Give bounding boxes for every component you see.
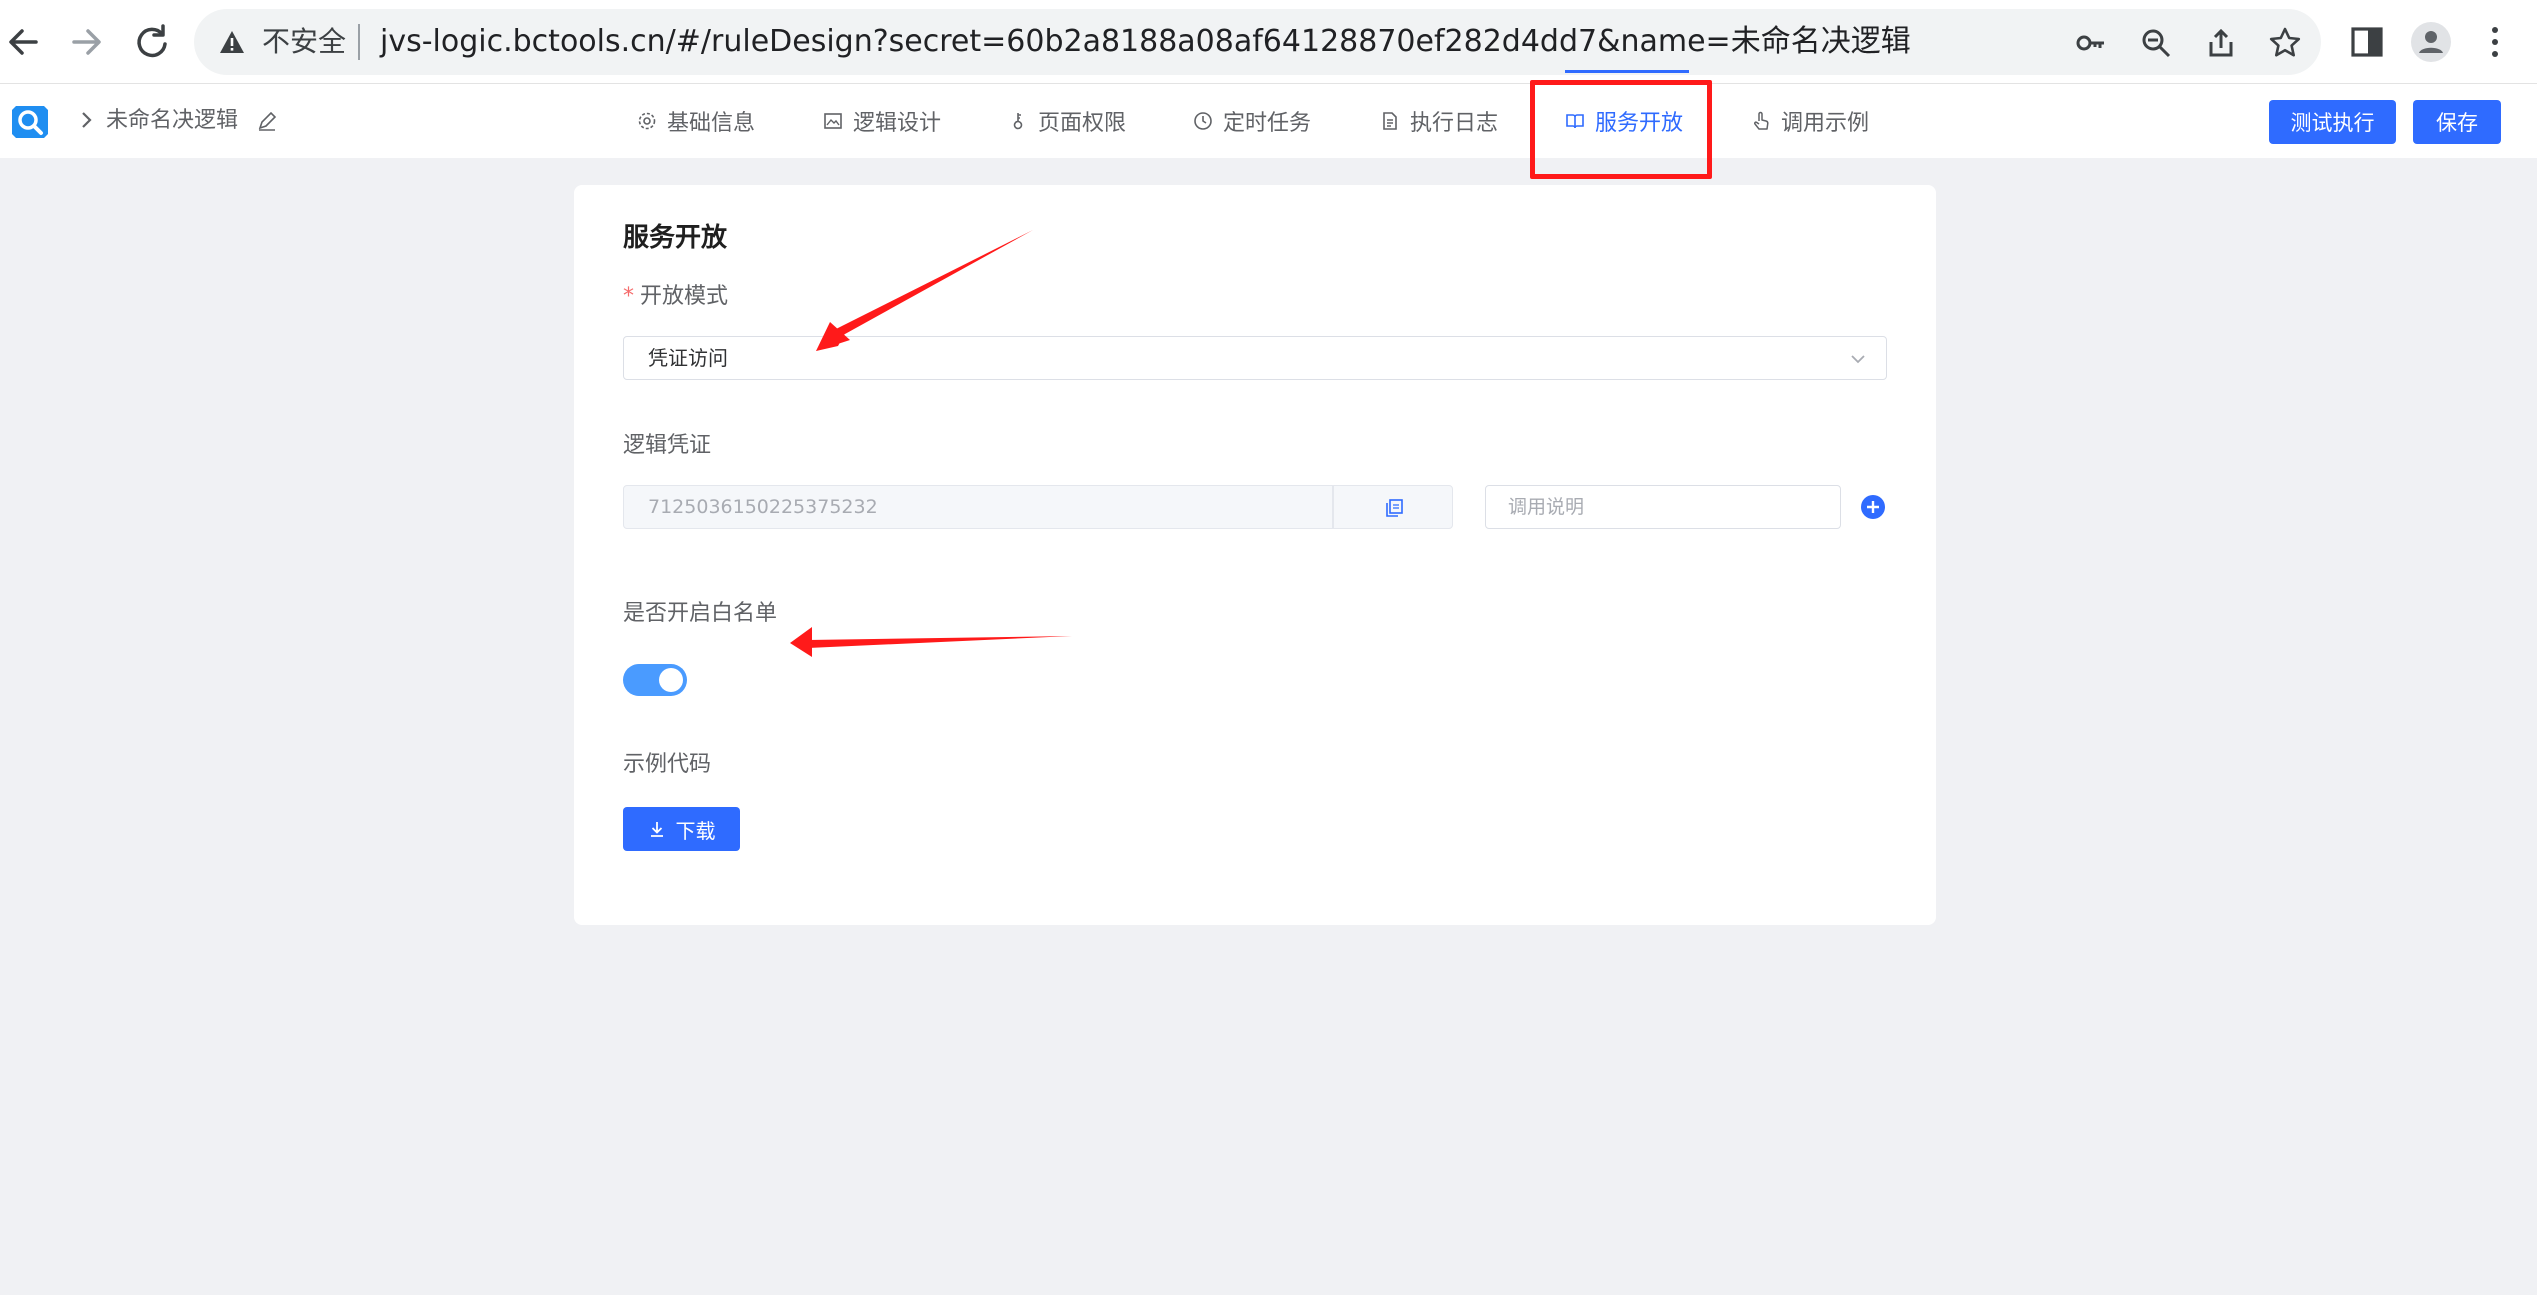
more-menu-icon[interactable] xyxy=(2474,21,2516,63)
tab-logic-design[interactable]: 逻辑设计 xyxy=(823,84,941,158)
url-text[interactable]: jvs-logic.bctools.cn/#/ruleDesign?secret… xyxy=(380,23,1911,61)
address-bar[interactable]: 不安全 jvs-logic.bctools.cn/#/ruleDesign?se… xyxy=(194,9,2321,75)
browser-toolbar: 不安全 jvs-logic.bctools.cn/#/ruleDesign?se… xyxy=(0,0,2537,84)
toggle-knob xyxy=(659,668,683,692)
add-icon[interactable] xyxy=(1860,494,1886,520)
copy-icon xyxy=(1386,499,1403,517)
insecure-label: 不安全 xyxy=(262,25,347,58)
tab-label: 调用示例 xyxy=(1781,111,1870,136)
annotation-highlight-box xyxy=(1530,80,1712,179)
call-description-input[interactable] xyxy=(1485,485,1841,529)
tab-call-example[interactable]: 调用示例 xyxy=(1751,84,1869,158)
gear-icon xyxy=(638,112,656,130)
copy-credential-button[interactable] xyxy=(1333,485,1453,529)
chevron-down-icon xyxy=(1851,355,1865,364)
tab-label: 逻辑设计 xyxy=(853,111,942,136)
back-arrow-icon[interactable] xyxy=(0,18,48,66)
address-separator xyxy=(358,24,360,60)
tab-execution-log[interactable]: 执行日志 xyxy=(1380,84,1498,158)
document-icon xyxy=(1383,112,1397,130)
credential-field: 7125036150225375232 xyxy=(623,485,1333,529)
open-mode-label: * 开放模式 xyxy=(623,282,728,312)
open-mode-select[interactable]: 凭证访问 xyxy=(623,336,1887,380)
zoom-out-icon[interactable] xyxy=(2139,26,2173,60)
tab-label: 页面权限 xyxy=(1038,111,1127,136)
star-icon[interactable] xyxy=(2268,26,2302,60)
tab-label: 执行日志 xyxy=(1410,111,1499,136)
required-mark: * xyxy=(623,284,634,309)
chevron-right-icon xyxy=(82,112,92,128)
credential-value: 7125036150225375232 xyxy=(648,496,878,518)
tab-basic-info[interactable]: 基础信息 xyxy=(637,84,755,158)
clock-icon xyxy=(1194,112,1212,130)
service-open-card: 服务开放 * 开放模式 凭证访问 逻辑凭证 7125036150225375232… xyxy=(574,185,1936,925)
test-run-button[interactable]: 测试执行 xyxy=(2269,100,2396,144)
tab-page-permission[interactable]: 页面权限 xyxy=(1008,84,1126,158)
warning-icon xyxy=(220,31,244,53)
app-logo-icon[interactable] xyxy=(8,100,52,144)
pointer-icon xyxy=(1754,111,1769,130)
active-tab-indicator xyxy=(1565,70,1689,73)
whitelist-toggle[interactable] xyxy=(623,664,687,696)
profile-avatar-icon[interactable] xyxy=(2410,21,2452,63)
tab-label: 基础信息 xyxy=(667,111,756,136)
app-name: 未命名决逻辑 xyxy=(106,108,239,133)
tab-label: 定时任务 xyxy=(1223,111,1312,136)
download-icon xyxy=(650,822,663,837)
forward-arrow-icon[interactable] xyxy=(62,18,110,66)
open-mode-label-text: 开放模式 xyxy=(640,284,729,309)
side-panel-icon[interactable] xyxy=(2346,21,2388,63)
key-icon xyxy=(1013,113,1023,130)
card-title: 服务开放 xyxy=(623,223,728,253)
edit-icon[interactable] xyxy=(256,110,278,132)
share-icon[interactable] xyxy=(2204,26,2238,60)
reload-icon[interactable] xyxy=(128,18,176,66)
app-header: 未命名决逻辑 基础信息 逻辑设计 页面权限 定时任务 执行日志 服务开放 调用示… xyxy=(0,84,2537,158)
download-button[interactable]: 下载 xyxy=(623,807,740,851)
tab-scheduled-task[interactable]: 定时任务 xyxy=(1193,84,1311,158)
credential-label: 逻辑凭证 xyxy=(623,433,712,458)
sample-code-label: 示例代码 xyxy=(623,752,712,777)
open-mode-value: 凭证访问 xyxy=(648,346,728,370)
download-label: 下载 xyxy=(675,818,716,843)
save-button[interactable]: 保存 xyxy=(2413,100,2501,144)
key-icon[interactable] xyxy=(2074,26,2108,60)
whitelist-label: 是否开启白名单 xyxy=(623,601,778,626)
image-icon xyxy=(824,113,842,129)
